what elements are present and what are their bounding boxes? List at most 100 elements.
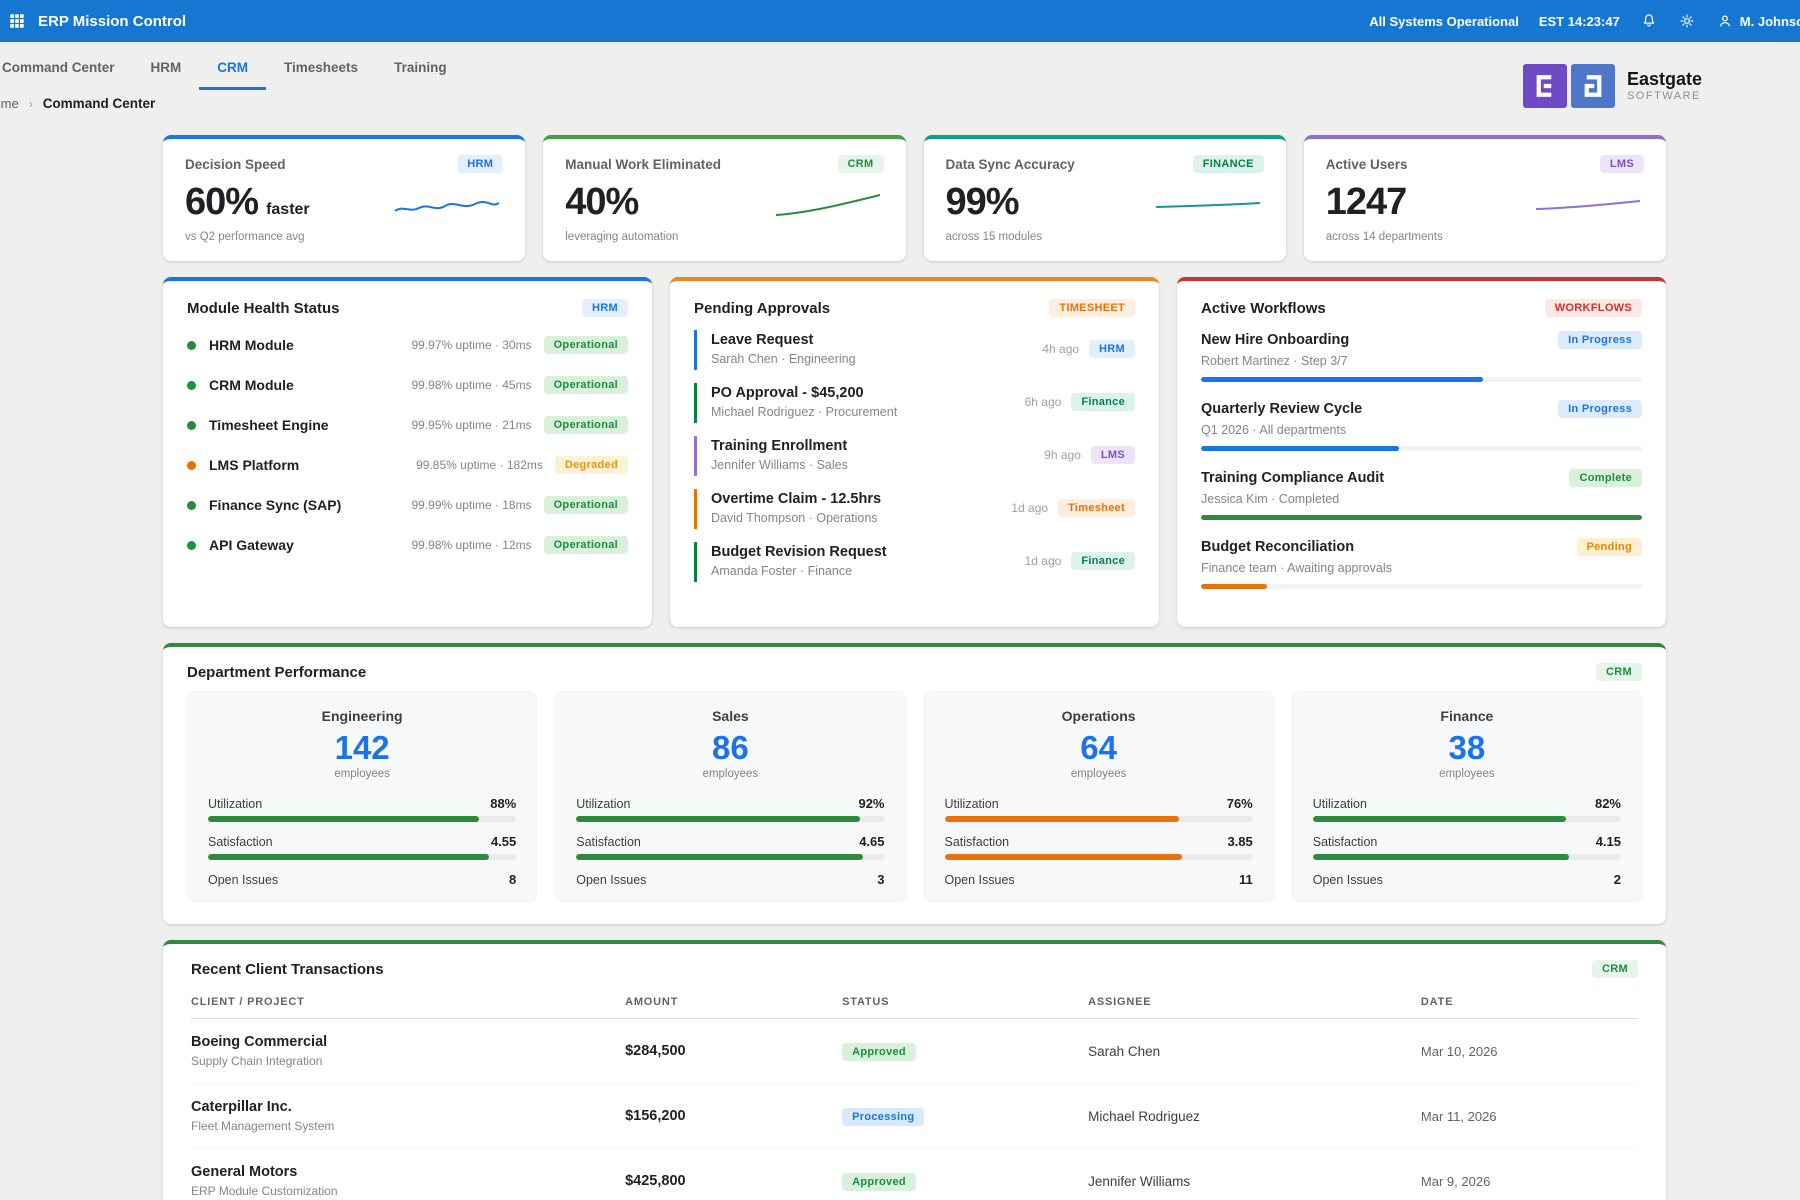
approval-requester: Sarah Chen · Engineering xyxy=(711,352,856,366)
status-badge: Operational xyxy=(544,536,628,554)
workflow-item: New Hire Onboarding In Progress Robert M… xyxy=(1201,331,1642,382)
status-row: Module Health Status HRM HRM Module 99.9… xyxy=(163,277,1666,627)
dept-name: Engineering xyxy=(208,708,516,724)
dept-employee-count: 64 xyxy=(945,730,1253,766)
app-title: ERP Mission Control xyxy=(38,13,186,30)
approval-requester: Jennifer Williams · Sales xyxy=(711,458,848,472)
logo-name: Eastgate xyxy=(1627,70,1702,90)
sparkline-icon xyxy=(1532,189,1644,219)
transactions-card: Recent Client Transactions CRM CLIENT / … xyxy=(163,940,1666,1200)
metric-label: Open Issues xyxy=(576,873,646,887)
app-grid-icon[interactable] xyxy=(8,12,26,30)
workflow-name: Quarterly Review Cycle xyxy=(1201,401,1362,417)
settings-button[interactable] xyxy=(1678,12,1696,30)
user-name: M. Johnson xyxy=(1740,14,1800,29)
chevron-right-icon: › xyxy=(29,97,33,111)
table-row[interactable]: Caterpillar Inc. Fleet Management System… xyxy=(191,1084,1638,1149)
satisfaction-bar xyxy=(1313,854,1621,860)
approval-item[interactable]: Leave Request Sarah Chen · Engineering 4… xyxy=(694,330,1135,370)
logo-mark-icon xyxy=(1523,64,1615,108)
department-performance-card: Department Performance CRM Engineering 1… xyxy=(163,643,1666,924)
approval-item[interactable]: Budget Revision Request Amanda Foster · … xyxy=(694,542,1135,582)
module-badge-finance: Finance xyxy=(1071,393,1135,411)
metric-label: Satisfaction xyxy=(576,835,641,849)
kpi-subtext: across 14 departments xyxy=(1326,231,1644,243)
kpi-value: 40% xyxy=(565,181,638,223)
kpi-data-sync: Data Sync Accuracy FINANCE 99% across 15… xyxy=(924,135,1286,261)
utilization-bar xyxy=(208,816,516,822)
dept-unit-label: employees xyxy=(1313,768,1621,780)
kpi-suffix: faster xyxy=(266,201,310,218)
approval-name: Overtime Claim - 12.5hrs xyxy=(711,491,881,507)
module-badge-crm: CRM xyxy=(1596,663,1642,681)
module-badge-timesheet: Timesheet xyxy=(1058,499,1135,517)
tab-hrm[interactable]: HRM xyxy=(133,45,200,90)
tab-timesheets[interactable]: Timesheets xyxy=(266,45,376,90)
status-badge: Operational xyxy=(544,416,628,434)
card-title: Department Performance xyxy=(187,664,366,681)
metric-value: 11 xyxy=(1239,872,1253,887)
col-status: STATUS xyxy=(842,996,1088,1008)
app-brand: ERP Mission Control xyxy=(8,12,186,30)
dept-panel-engineering: Engineering 142 employees Utilization 88… xyxy=(187,691,537,902)
sparkline-icon xyxy=(1152,189,1264,219)
tab-command-center[interactable]: Command Center xyxy=(0,45,133,90)
tab-training[interactable]: Training xyxy=(376,45,465,90)
dept-panel-sales: Sales 86 employees Utilization 92% Satis… xyxy=(555,691,905,902)
status-badge: Complete xyxy=(1569,469,1642,487)
project-name: Fleet Management System xyxy=(191,1119,625,1133)
approval-age: 4h ago xyxy=(1042,342,1079,356)
workflow-subtitle: Robert Martinez · Step 3/7 xyxy=(1201,354,1642,368)
workflow-name: New Hire Onboarding xyxy=(1201,332,1349,348)
satisfaction-bar xyxy=(208,854,516,860)
metric-label: Utilization xyxy=(1313,797,1367,811)
sparkline-icon xyxy=(391,189,503,219)
status-badge: In Progress xyxy=(1558,331,1642,349)
module-uptime: 99.99% uptime · 18ms xyxy=(412,498,532,512)
progress-bar xyxy=(1201,584,1642,589)
card-title: Recent Client Transactions xyxy=(191,961,384,978)
approval-requester: David Thompson · Operations xyxy=(711,511,881,525)
module-health-row: Finance Sync (SAP) 99.99% uptime · 18ms … xyxy=(187,485,628,525)
approval-item[interactable]: Overtime Claim - 12.5hrs David Thompson … xyxy=(694,489,1135,529)
module-name: HRM Module xyxy=(209,337,294,353)
metric-value: 4.15 xyxy=(1596,834,1621,849)
module-name: Timesheet Engine xyxy=(209,417,329,433)
breadcrumb-home[interactable]: Home xyxy=(0,96,19,111)
dept-unit-label: employees xyxy=(576,768,884,780)
approval-age: 9h ago xyxy=(1044,448,1081,462)
bell-icon xyxy=(1640,12,1658,30)
table-row[interactable]: General Motors ERP Module Customization … xyxy=(191,1149,1638,1200)
gear-icon xyxy=(1678,12,1696,30)
approval-item[interactable]: PO Approval - $45,200 Michael Rodriguez … xyxy=(694,383,1135,423)
user-menu[interactable]: M. Johnson xyxy=(1716,12,1800,30)
status-badge: In Progress xyxy=(1558,400,1642,418)
module-badge-finance: Finance xyxy=(1071,552,1135,570)
dept-panel-finance: Finance 38 employees Utilization 82% Sat… xyxy=(1292,691,1642,902)
approval-age: 1d ago xyxy=(1011,501,1048,515)
dept-name: Operations xyxy=(945,708,1253,724)
metric-value: 92% xyxy=(858,796,884,811)
module-badge-crm: CRM xyxy=(838,155,884,173)
notifications-button[interactable] xyxy=(1640,12,1658,30)
system-status: All Systems Operational xyxy=(1369,14,1519,29)
kpi-subtext: across 15 modules xyxy=(946,231,1264,243)
metric-value: 76% xyxy=(1227,796,1253,811)
module-name: LMS Platform xyxy=(209,457,299,473)
metric-value: 82% xyxy=(1595,796,1621,811)
satisfaction-bar xyxy=(945,854,1253,860)
kpi-subtext: leveraging automation xyxy=(565,231,883,243)
col-amount: AMOUNT xyxy=(625,996,842,1008)
approval-requester: Amanda Foster · Finance xyxy=(711,564,887,578)
approval-name: PO Approval - $45,200 xyxy=(711,385,897,401)
module-health-row: CRM Module 99.98% uptime · 45ms Operatio… xyxy=(187,365,628,405)
tab-crm[interactable]: CRM xyxy=(199,45,266,90)
metric-label: Utilization xyxy=(208,797,262,811)
approval-item[interactable]: Training Enrollment Jennifer Williams · … xyxy=(694,436,1135,476)
amount: $156,200 xyxy=(625,1108,842,1124)
kpi-subtext: vs Q2 performance avg xyxy=(185,231,503,243)
status-dot-green xyxy=(187,341,196,350)
status-dot-green xyxy=(187,421,196,430)
table-row[interactable]: Boeing Commercial Supply Chain Integrati… xyxy=(191,1019,1638,1084)
workflow-item: Budget Reconciliation Pending Finance te… xyxy=(1201,538,1642,589)
